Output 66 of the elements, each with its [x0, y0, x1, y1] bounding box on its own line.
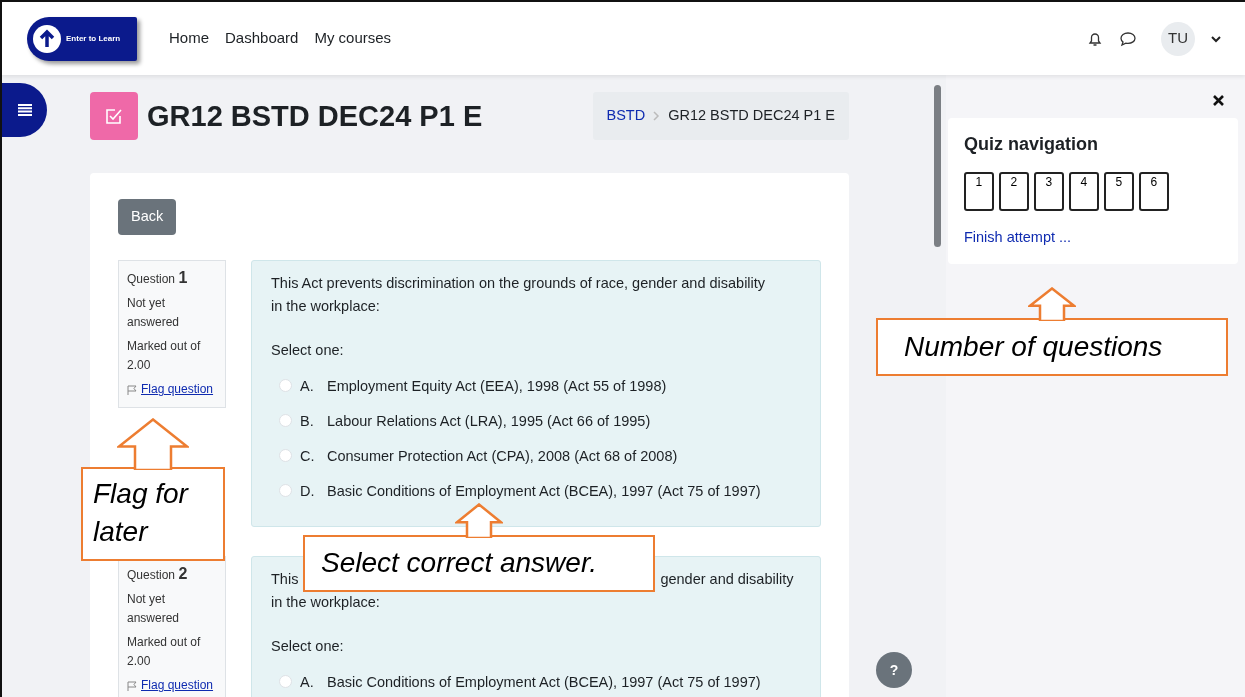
callout-text: Number of questions: [876, 318, 1228, 376]
question-number: Question 1: [127, 268, 189, 288]
callout-arrow: [117, 418, 189, 470]
radio-button[interactable]: [279, 414, 292, 428]
nav-link[interactable]: Dashboard: [225, 27, 299, 50]
drawer-toggle-button[interactable]: [2, 83, 47, 137]
quiz-icon: [90, 92, 138, 140]
nav-link[interactable]: My courses: [314, 27, 392, 50]
question-marks-label: Marked out of: [127, 634, 202, 652]
question-marks: 2.00: [127, 652, 152, 670]
radio-button[interactable]: [279, 449, 292, 463]
question-text: This: [271, 570, 299, 587]
logo[interactable]: Enter to Learn: [27, 16, 137, 61]
question-nav-button[interactable]: 2: [998, 171, 1029, 211]
option-letter: D.: [300, 481, 316, 501]
list-icon: [17, 104, 32, 117]
help-button[interactable]: ?: [876, 652, 912, 688]
option-text[interactable]: Consumer Protection Act (CPA), 2008 (Act 68 of 2008): [327, 444, 678, 467]
callout-arrow: [1028, 287, 1076, 321]
flag-question-link[interactable]: Flag question: [141, 380, 214, 399]
chat-icon[interactable]: [1119, 30, 1137, 47]
question-status: Not yet answered: [127, 591, 181, 627]
question-nav-button[interactable]: 6: [1138, 171, 1169, 211]
callout-text: Select correct answer.: [303, 535, 655, 592]
flag-question-link[interactable]: Flag question: [141, 676, 214, 695]
option-letter: A.: [300, 672, 315, 692]
flag-icon: [127, 384, 137, 395]
bell-icon[interactable]: [1087, 30, 1103, 47]
question-nav-button[interactable]: 3: [1033, 171, 1064, 211]
option-letter: A.: [300, 376, 315, 396]
nav-link[interactable]: Home: [169, 27, 209, 50]
select-instruction: Select one:: [271, 340, 345, 360]
breadcrumb-item: GR12 BSTD DEC24 P1 E: [668, 106, 835, 126]
callout-arrow: [455, 503, 503, 538]
select-instruction: Select one:: [271, 636, 345, 656]
quiz-navigation-title: Quiz navigation: [963, 134, 1099, 156]
flag-icon: [127, 680, 137, 691]
question-status: Not yet answered: [127, 295, 181, 331]
option-text[interactable]: Employment Equity Act (EEA), 1998 (Act 55 of 1998): [327, 374, 667, 397]
avatar[interactable]: TU: [1161, 21, 1195, 56]
radio-button[interactable]: [279, 484, 292, 498]
page-title: GR12 BSTD DEC24 P1 E: [147, 98, 483, 134]
question-text: in the workplace:: [271, 297, 380, 314]
question-nav-button[interactable]: 4: [1068, 171, 1099, 211]
question-number: Question 2: [127, 564, 189, 584]
finish-attempt-link[interactable]: Finish attempt ...: [963, 228, 1072, 245]
question-marks: 2.00: [127, 356, 152, 374]
option-text[interactable]: Labour Relations Act (LRA), 1995 (Act 66 of 1995): [327, 409, 651, 432]
back-button[interactable]: Back: [118, 199, 177, 235]
option-letter: C.: [300, 446, 316, 466]
question-text: This Act prevents discrimination on the grounds of race, gender and disability: [271, 274, 766, 291]
chevron-icon: [653, 111, 661, 121]
option-text[interactable]: Basic Conditions of Employment Act (BCEA), 1997 (Act 75 of 1997): [327, 479, 761, 502]
radio-button[interactable]: [279, 379, 292, 393]
option-letter: B.: [300, 411, 315, 431]
question-nav-button[interactable]: 1: [963, 171, 994, 211]
question-text: gender and disability: [660, 570, 794, 587]
radio-button[interactable]: [279, 675, 292, 689]
caret-icon[interactable]: [1211, 34, 1221, 43]
question-marks-label: Marked out of: [127, 338, 202, 356]
close-icon[interactable]: [1213, 95, 1224, 106]
question-nav-button[interactable]: 5: [1103, 171, 1134, 211]
question-text: in the workplace:: [271, 593, 380, 610]
breadcrumb-link[interactable]: BSTD: [606, 105, 646, 127]
option-text[interactable]: Basic Conditions of Employment Act (BCEA), 1997 (Act 75 of 1997): [327, 670, 761, 693]
callout-text: Flag for later: [81, 467, 225, 561]
